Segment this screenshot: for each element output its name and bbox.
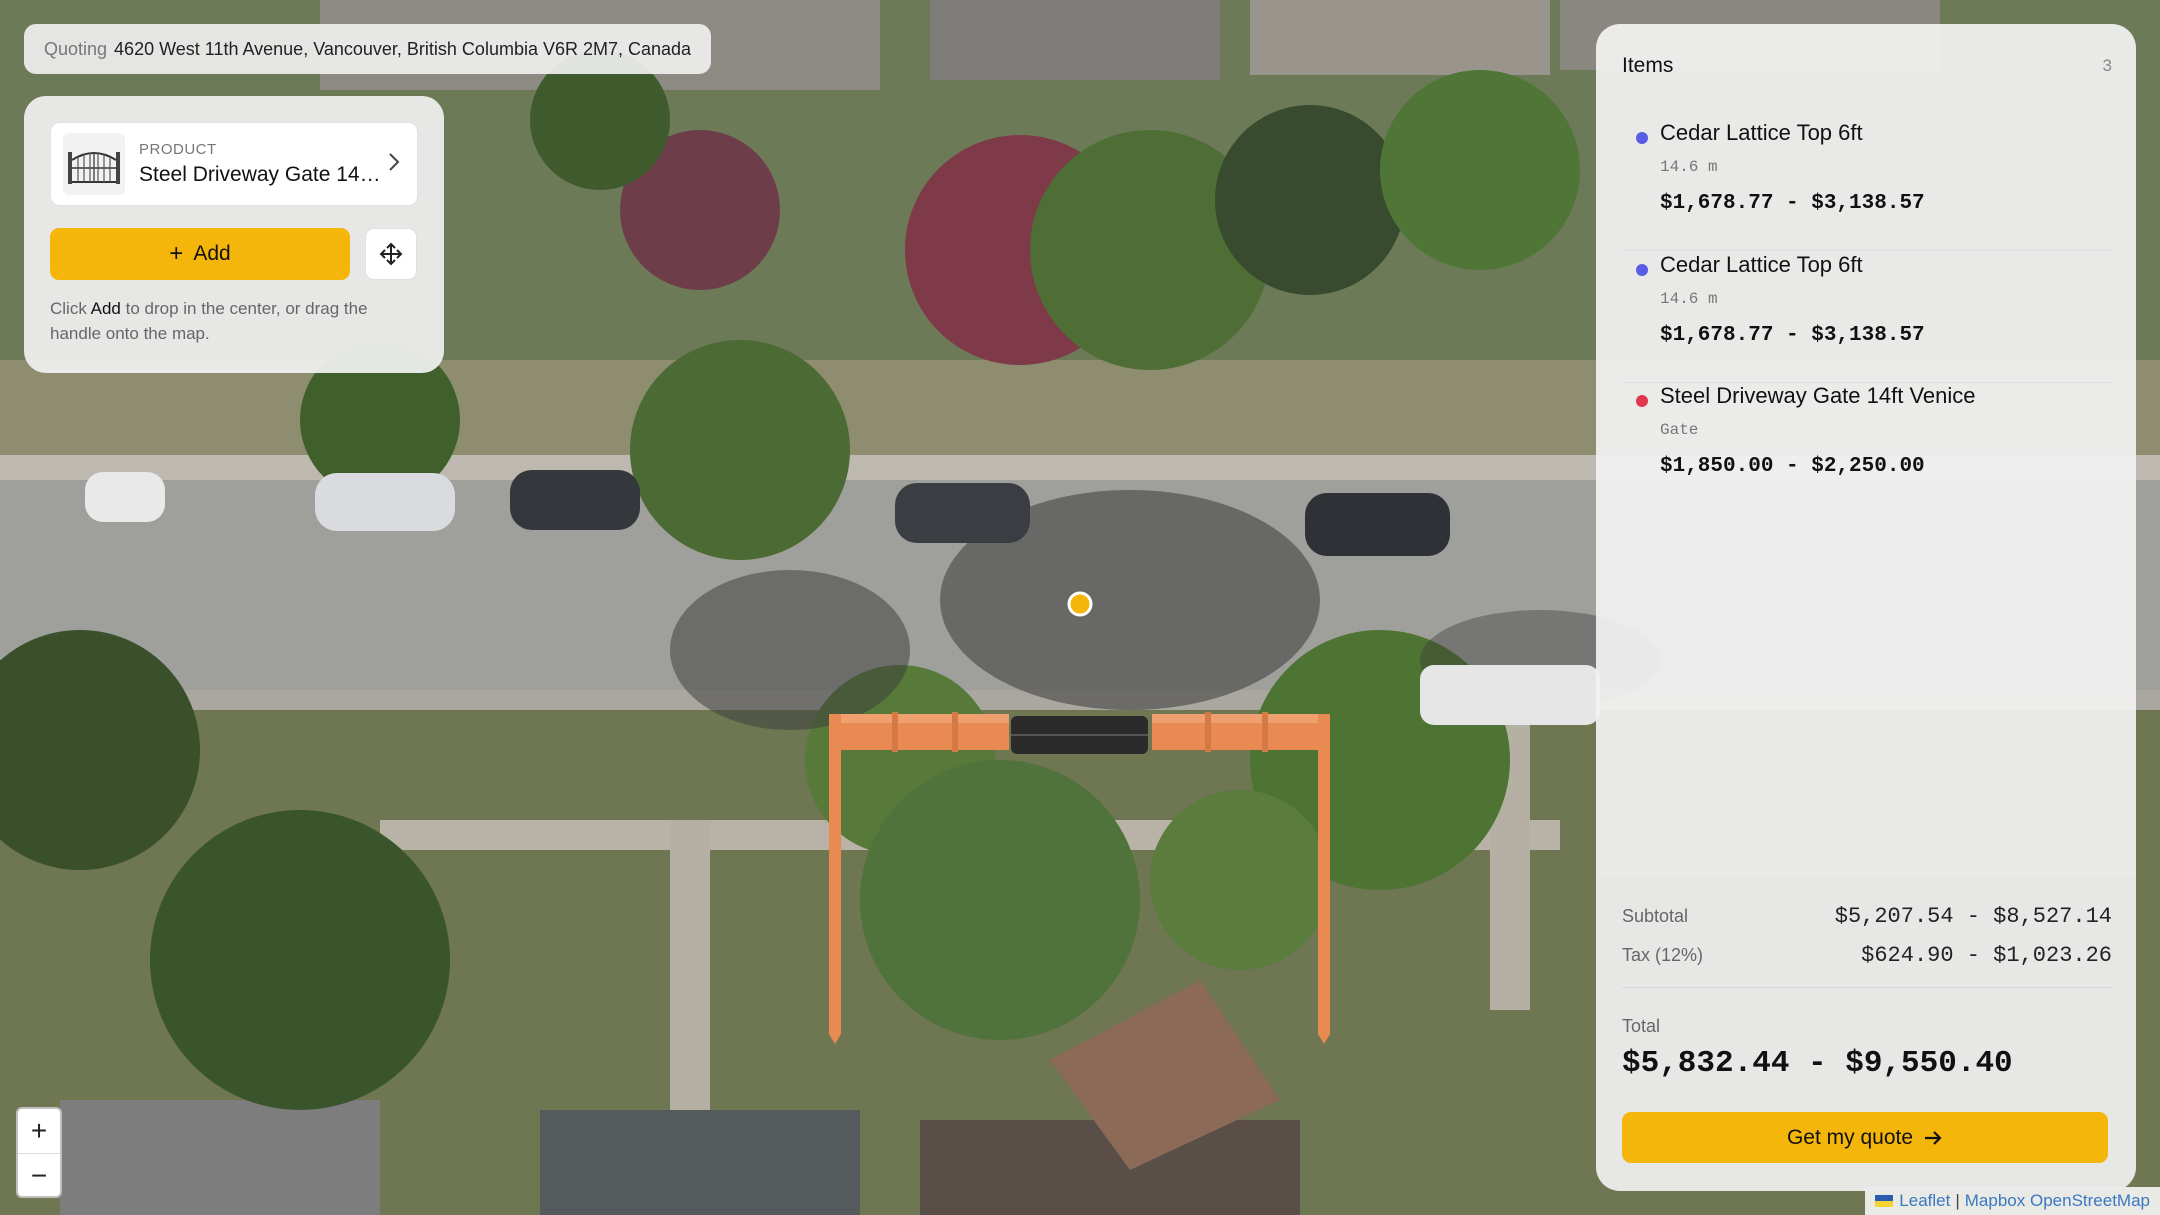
arrow-right-icon [1923, 1129, 1943, 1147]
product-kicker: PRODUCT [139, 141, 217, 158]
tax-value: $624.90 - $1,023.26 [1861, 943, 2112, 968]
tax-label: Tax (12%) [1622, 945, 1704, 965]
ukraine-flag-icon [1875, 1195, 1894, 1207]
subtotal-row: Subtotal $5,207.54 - $8,527.14 [1622, 904, 2112, 929]
address-banner: Quoting 4620 West 11th Avenue, Vancouver… [24, 24, 712, 74]
item-name: Steel Driveway Gate 14ft Venice [1660, 383, 1976, 408]
drag-handle-button[interactable] [365, 228, 417, 280]
map-attribution: Leaflet | Mapbox OpenStreetMap [1865, 1187, 2160, 1215]
zoom-in-button[interactable]: + [18, 1109, 60, 1154]
osm-link[interactable]: OpenStreetMap [2030, 1191, 2150, 1211]
product-selector[interactable]: PRODUCT Steel Driveway Gate 14ft Venice [50, 122, 418, 206]
item-sub: 14.6 m [1660, 290, 1718, 308]
chevron-right-icon [383, 152, 405, 177]
item-sub: 14.6 m [1660, 158, 1718, 176]
item-dot [1636, 395, 1648, 407]
item-name: Cedar Lattice Top 6ft [1660, 252, 1863, 277]
list-item[interactable]: Steel Driveway Gate 14ft Venice Gate $1,… [1622, 383, 2112, 513]
subtotal-value: $5,207.54 - $8,527.14 [1834, 904, 2112, 929]
add-button-label: Add [193, 242, 231, 265]
total-label: Total [1622, 1016, 1661, 1036]
item-price: $1,850.00 - $2,250.00 [1660, 455, 1925, 478]
gate-thumbnail [63, 133, 125, 195]
get-quote-label: Get my quote [1786, 1125, 1914, 1149]
item-price: $1,678.77 - $3,138.57 [1660, 324, 1925, 347]
item-name: Cedar Lattice Top 6ft [1660, 120, 1863, 145]
add-button[interactable]: + Add [50, 228, 350, 280]
items-panel: Items 3 Cedar Lattice Top 6ft 14.6 m $1,… [1596, 24, 2136, 1191]
plus-icon: + [169, 240, 184, 267]
items-count: 3 [2102, 56, 2112, 75]
item-dot [1636, 132, 1648, 144]
item-price: $1,678.77 - $3,138.57 [1660, 192, 1925, 215]
product-card: PRODUCT Steel Driveway Gate 14ft Venice … [24, 96, 444, 373]
item-sub: Gate [1660, 421, 1699, 439]
map-center-marker [1067, 591, 1093, 617]
address-prefix: Quoting [44, 38, 108, 59]
zoom-control: + − [16, 1107, 62, 1198]
list-item[interactable]: Cedar Lattice Top 6ft 14.6 m $1,678.77 -… [1622, 252, 2112, 383]
product-name: Steel Driveway Gate 14ft Venice [139, 163, 383, 186]
mapbox-link[interactable]: Mapbox [1965, 1191, 2025, 1211]
zoom-out-button[interactable]: − [18, 1154, 60, 1196]
divider [1622, 987, 2112, 988]
subtotal-label: Subtotal [1622, 906, 1689, 926]
gate-icon [68, 152, 120, 184]
item-dot [1636, 264, 1648, 276]
items-title: Items [1622, 54, 1674, 77]
add-hint: Click Add to drop in the center, or drag… [50, 299, 368, 343]
leaflet-link[interactable]: Leaflet [1899, 1191, 1950, 1211]
get-quote-button[interactable]: Get my quote [1622, 1112, 2108, 1163]
list-item[interactable]: Cedar Lattice Top 6ft 14.6 m $1,678.77 -… [1622, 120, 2112, 251]
total-value: $5,832.44 - $9,550.40 [1622, 1046, 2013, 1081]
move-icon [379, 242, 403, 266]
tax-row: Tax (12%) $624.90 - $1,023.26 [1622, 943, 2112, 968]
address-text: 4620 West 11th Avenue, Vancouver, Britis… [114, 38, 692, 59]
